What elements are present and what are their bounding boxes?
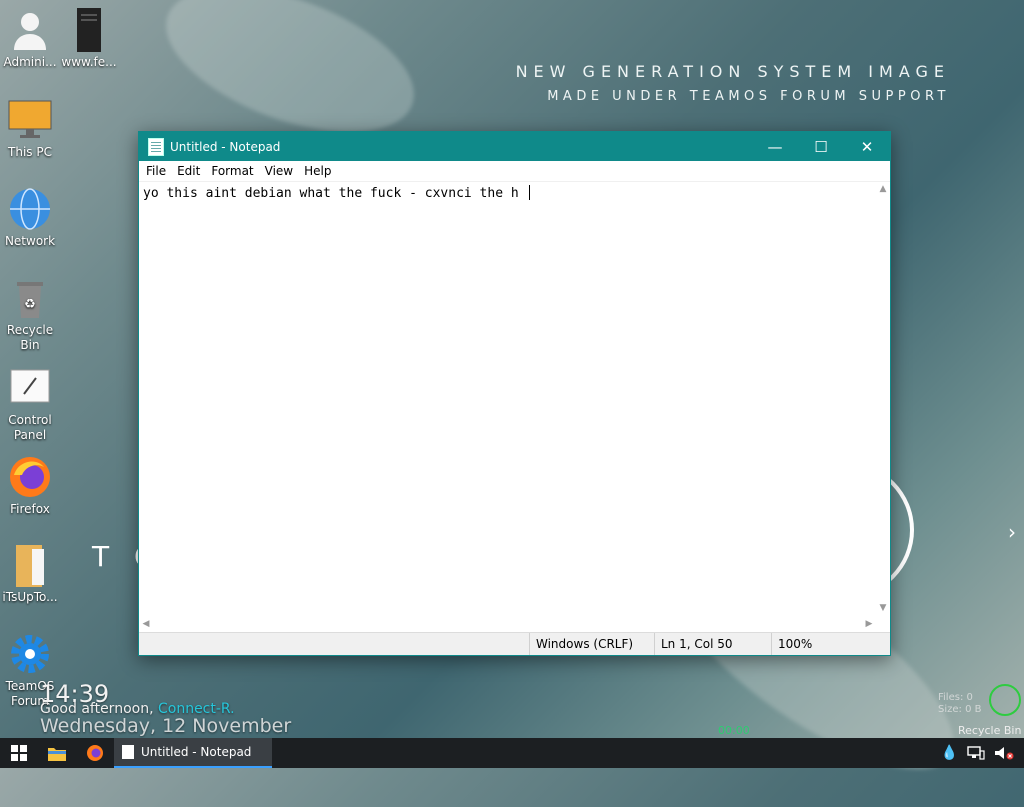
desktop-icon-label: This PC — [8, 145, 52, 159]
system-tray: 💧 — [941, 745, 1024, 761]
editor-content: yo this aint debian what the fuck - cxvn… — [143, 186, 527, 201]
menu-help[interactable]: Help — [300, 164, 338, 178]
desktop-icon-network[interactable]: Network — [0, 187, 60, 249]
notepad-icon — [148, 137, 164, 156]
scroll-down-icon[interactable]: ▼ — [876, 601, 890, 615]
desktop-icon-label: Control Panel — [8, 413, 52, 442]
desktop-icon-label: Admini... — [3, 55, 57, 69]
control-panel-icon — [8, 366, 52, 410]
desktop-icon-www[interactable]: www.fe... — [59, 8, 119, 70]
file-icon — [67, 8, 111, 52]
firefox-taskbar-button[interactable] — [76, 738, 114, 768]
firefox-icon — [87, 745, 103, 761]
maximize-button[interactable]: ☐ — [798, 132, 844, 161]
text-editor[interactable]: yo this aint debian what the fuck - cxvn… — [139, 182, 876, 615]
desktop-icon-control-panel[interactable]: Control Panel — [0, 366, 60, 443]
file-explorer-button[interactable] — [38, 738, 76, 768]
droplet-icon[interactable]: 💧 — [941, 745, 958, 761]
recycle-bin-widget-label: Recycle Bin — [958, 724, 1022, 737]
timer-widget: 00:00 — [718, 724, 750, 737]
notepad-window: Untitled - Notepad — ☐ ✕ File Edit Forma… — [138, 131, 891, 656]
globe-icon — [8, 187, 52, 231]
desktop-icon-label: Network — [4, 234, 56, 248]
menu-format[interactable]: Format — [207, 164, 260, 178]
start-button[interactable] — [0, 738, 38, 768]
wallpaper-subtitle: MADE UNDER TEAMOS FORUM SUPPORT — [547, 89, 950, 104]
scroll-right-icon[interactable]: ▶ — [862, 615, 876, 633]
window-title: Untitled - Notepad — [170, 139, 281, 154]
wallpaper-title: NEW GENERATION SYSTEM IMAGE — [515, 62, 950, 81]
monitor-icon — [8, 98, 52, 142]
text-caret — [528, 185, 530, 200]
desktop-icon-label: www.fe... — [61, 55, 117, 69]
desktop-icon-label: Recycle Bin — [6, 323, 54, 352]
firefox-icon — [8, 455, 52, 499]
taskbar: Untitled - Notepad 💧 — [0, 738, 1024, 768]
volume-muted-icon[interactable] — [994, 746, 1014, 760]
menu-view[interactable]: View — [261, 164, 300, 178]
svg-text:♻: ♻ — [24, 297, 36, 312]
files-size: Size: 0 B — [938, 704, 982, 715]
desktop-icon-firefox[interactable]: Firefox — [0, 455, 60, 517]
user-icon — [8, 8, 52, 52]
status-zoom: 100% — [771, 633, 890, 655]
status-bar: Windows (CRLF) Ln 1, Col 50 100% — [139, 632, 890, 655]
recycle-bin-icon: ♻ — [8, 276, 52, 320]
folder-icon — [48, 747, 66, 761]
desktop-icon-label: Firefox — [10, 502, 50, 516]
recycle-bin-widget-ring[interactable] — [989, 684, 1021, 716]
scroll-up-icon[interactable]: ▲ — [876, 182, 890, 196]
windows-icon — [11, 745, 27, 761]
recycle-bin-info: Files: 0 Size: 0 B — [938, 692, 981, 716]
desktop-icon-label: iTsUpTo... — [2, 590, 58, 604]
desktop-icon-itsupto[interactable]: iTsUpTo... — [0, 543, 60, 605]
folder-icon — [8, 543, 52, 587]
close-button[interactable]: ✕ — [844, 132, 890, 161]
status-cursor-position: Ln 1, Col 50 — [654, 633, 771, 655]
chevron-right-icon[interactable]: › — [1008, 520, 1016, 544]
taskbar-app-label: Untitled - Notepad — [141, 745, 252, 759]
title-bar[interactable]: Untitled - Notepad — ☐ ✕ — [139, 132, 890, 161]
date-widget: Wednesday, 12 November — [40, 715, 292, 737]
minimize-button[interactable]: — — [752, 132, 798, 161]
vertical-scrollbar[interactable]: ▲ ▼ — [876, 182, 890, 615]
status-line-ending: Windows (CRLF) — [529, 633, 654, 655]
network-icon[interactable] — [967, 746, 985, 760]
horizontal-scrollbar[interactable]: ◀ ▶ — [139, 615, 876, 633]
gear-icon — [8, 632, 52, 676]
files-count: Files: 0 — [938, 692, 973, 703]
desktop-icon-this-pc[interactable]: This PC — [0, 98, 60, 160]
scroll-left-icon[interactable]: ◀ — [139, 615, 153, 633]
taskbar-app-notepad[interactable]: Untitled - Notepad — [114, 738, 272, 768]
menu-edit[interactable]: Edit — [173, 164, 207, 178]
menu-file[interactable]: File — [142, 164, 173, 178]
desktop-icon-recycle-bin[interactable]: ♻ Recycle Bin — [0, 276, 60, 353]
notepad-icon — [122, 745, 134, 759]
desktop-icon-admin[interactable]: Admini... — [0, 8, 60, 70]
menu-bar: File Edit Format View Help — [139, 161, 890, 182]
